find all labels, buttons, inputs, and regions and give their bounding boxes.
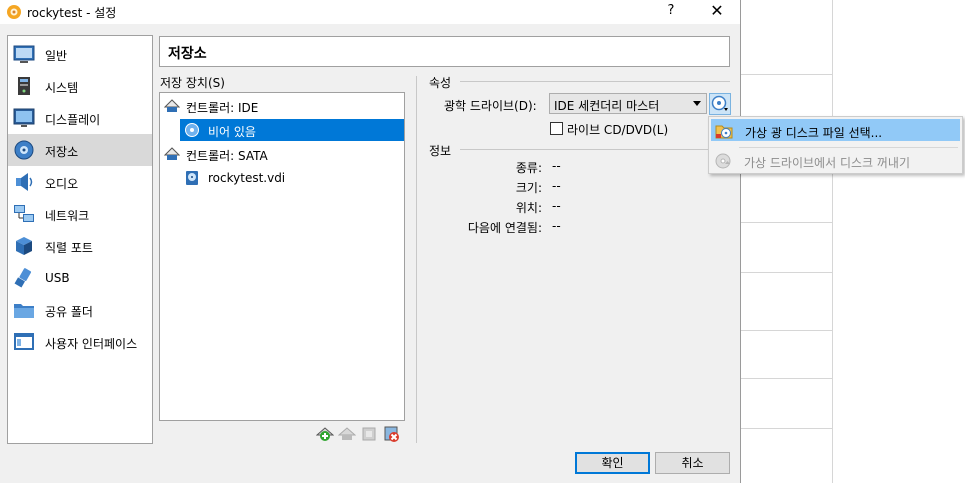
sidebar-item-shared-folder[interactable]: 공유 폴더	[8, 294, 152, 326]
help-button[interactable]: ?	[660, 3, 682, 21]
sidebar-item-label: USB	[45, 271, 70, 285]
network-icon	[12, 203, 36, 225]
display-icon	[12, 107, 36, 129]
info-location-label: 위치:	[515, 201, 542, 215]
info-attached-to-value: --	[552, 219, 561, 233]
ide-controller-icon	[163, 98, 181, 114]
attributes-divider	[460, 81, 730, 82]
cancel-button[interactable]: 취소	[655, 452, 730, 474]
usb-icon	[12, 267, 36, 289]
sidebar-item-label: 네트워크	[45, 209, 90, 223]
close-button[interactable]: ✕	[705, 1, 729, 21]
storage-devices-label: 저장 장치(S)	[160, 76, 225, 90]
tree-item-empty-optical[interactable]: 비어 있음	[180, 119, 404, 141]
menu-item-label: 가상 광 디스크 파일 선택...	[745, 126, 883, 140]
sidebar-item-label: 사용자 인터페이스	[45, 337, 138, 351]
background-divider	[740, 330, 832, 331]
eject-disk-icon	[714, 152, 732, 170]
system-icon	[12, 75, 36, 97]
optical-drive-value: IDE 세컨더리 마스터	[554, 99, 660, 113]
sidebar-item-storage[interactable]: 저장소	[8, 134, 152, 166]
information-section-label: 정보	[429, 144, 452, 158]
choose-disk-file-icon	[715, 122, 733, 140]
sidebar-item-audio[interactable]: 오디오	[8, 166, 152, 198]
sidebar-item-label: 공유 폴더	[45, 305, 93, 319]
sidebar-item-label: 디스플레이	[45, 113, 101, 127]
virtualbox-app-icon	[6, 4, 22, 20]
tree-item-label: 컨트롤러: IDE	[186, 101, 259, 115]
info-type-label: 종류:	[515, 161, 542, 175]
sidebar-item-user-interface[interactable]: 사용자 인터페이스	[8, 326, 152, 358]
info-type-value: --	[552, 159, 561, 173]
optical-disc-icon	[184, 122, 200, 138]
add-attachment-icon[interactable]	[360, 425, 378, 443]
page-title-box: 저장소	[159, 36, 730, 67]
window-title: rockytest - 설정	[27, 6, 117, 20]
menu-separator	[739, 147, 958, 148]
settings-dialog: rockytest - 설정 ? ✕ 일반 시스템 디스플레이 저장소 오디오 …	[0, 0, 741, 483]
tree-item-label: rockytest.vdi	[208, 171, 286, 185]
live-cd-checkbox[interactable]	[550, 122, 563, 135]
sidebar-item-label: 저장소	[45, 145, 79, 159]
storage-tree: 컨트롤러: IDE 비어 있음 컨트롤러: SATA rockytest.vdi	[159, 92, 405, 421]
tree-item-hard-disk[interactable]: rockytest.vdi	[180, 167, 404, 189]
attributes-section-label: 속성	[429, 76, 452, 90]
menu-item-label: 가상 드라이브에서 디스크 꺼내기	[744, 156, 911, 170]
audio-icon	[12, 171, 36, 193]
add-controller-icon[interactable]	[315, 425, 335, 443]
storage-icon	[12, 139, 36, 161]
shared-folder-icon	[12, 299, 36, 321]
sidebar-item-general[interactable]: 일반	[8, 38, 152, 70]
optical-drive-select[interactable]: IDE 세컨더리 마스터	[549, 93, 707, 114]
remove-attachment-icon[interactable]	[382, 425, 400, 443]
chevron-down-icon	[693, 101, 701, 106]
menu-item-choose-disk-file[interactable]: 가상 광 디스크 파일 선택...	[711, 119, 960, 141]
live-cd-label[interactable]: 라이브 CD/DVD(L)	[567, 121, 668, 138]
settings-sidebar: 일반 시스템 디스플레이 저장소 오디오 네트워크 직렬 포트 USB 공유 폴…	[7, 35, 153, 444]
sidebar-item-label: 직렬 포트	[45, 241, 93, 255]
sidebar-item-network[interactable]: 네트워크	[8, 198, 152, 230]
background-divider	[832, 0, 833, 483]
information-divider	[460, 149, 708, 150]
background-window	[740, 0, 965, 483]
tree-item-label: 컨트롤러: SATA	[186, 149, 268, 163]
serial-port-icon	[12, 235, 36, 257]
page-title: 저장소	[168, 46, 207, 62]
menu-item-eject-disk[interactable]: 가상 드라이브에서 디스크 꺼내기	[711, 150, 960, 172]
info-size-label: 크기:	[515, 181, 542, 195]
sidebar-item-display[interactable]: 디스플레이	[8, 102, 152, 134]
ok-button[interactable]: 확인	[575, 452, 650, 474]
background-divider	[740, 272, 832, 273]
background-divider	[740, 428, 832, 429]
background-divider	[740, 222, 832, 223]
background-divider	[740, 74, 832, 75]
tree-item-sata-controller[interactable]: 컨트롤러: SATA	[163, 143, 404, 165]
optical-drive-label: 광학 드라이브(D):	[444, 99, 537, 113]
sidebar-item-label: 일반	[45, 49, 68, 63]
sidebar-item-serial-port[interactable]: 직렬 포트	[8, 230, 152, 262]
sata-controller-icon	[163, 146, 181, 162]
general-icon	[12, 43, 36, 65]
background-divider	[740, 378, 832, 379]
choose-disk-button[interactable]	[709, 93, 731, 115]
info-location-value: --	[552, 199, 561, 213]
sidebar-item-label: 오디오	[45, 177, 79, 191]
remove-controller-icon[interactable]	[337, 425, 357, 443]
panel-divider	[416, 76, 417, 443]
sidebar-item-label: 시스템	[45, 81, 79, 95]
hard-disk-icon	[184, 170, 200, 186]
disk-popup-menu: 가상 광 디스크 파일 선택... 가상 드라이브에서 디스크 꺼내기	[708, 116, 963, 174]
sidebar-item-usb[interactable]: USB	[8, 262, 152, 294]
tree-item-label: 비어 있음	[208, 125, 256, 139]
sidebar-item-system[interactable]: 시스템	[8, 70, 152, 102]
info-size-value: --	[552, 179, 561, 193]
tree-item-ide-controller[interactable]: 컨트롤러: IDE	[163, 95, 404, 117]
title-bar: rockytest - 설정 ? ✕	[0, 0, 740, 24]
user-interface-icon	[12, 331, 36, 353]
info-attached-to-label: 다음에 연결됨:	[467, 221, 542, 235]
